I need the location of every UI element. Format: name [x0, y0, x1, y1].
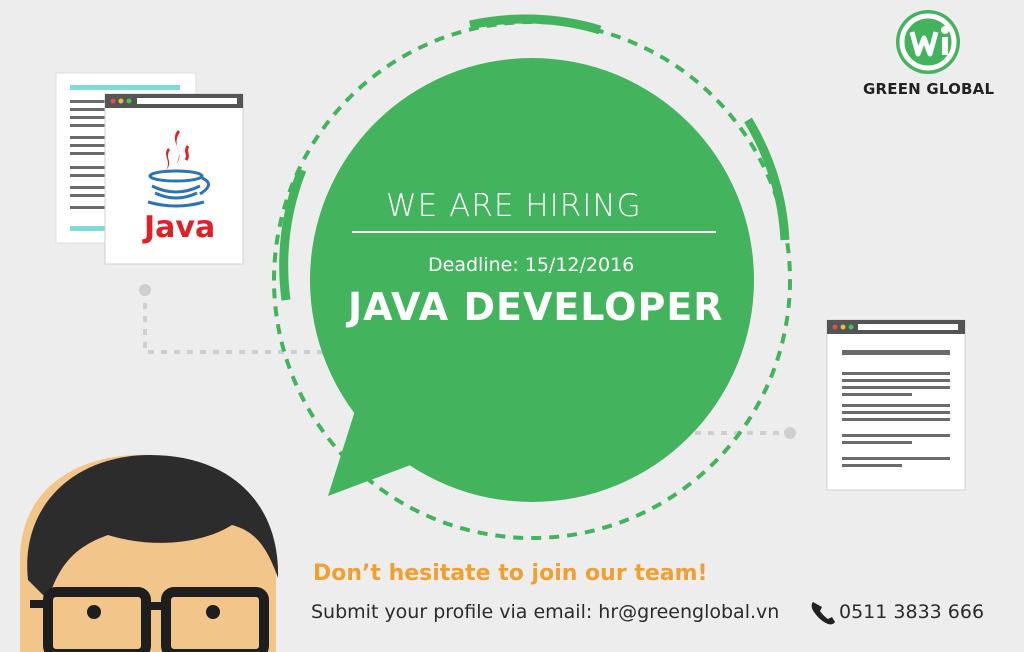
ring-accent-top — [469, 14, 602, 35]
tagline: Don’t hesitate to join our team! — [313, 561, 708, 586]
connector-left-dot — [139, 284, 151, 296]
ring-accent-left — [279, 168, 307, 301]
brand-name: GREEN GLOBAL — [863, 80, 995, 98]
ring-accent-right — [744, 117, 790, 241]
java-logo-text: Java — [144, 210, 216, 245]
character-illustration — [20, 454, 279, 652]
document-window-right — [826, 319, 966, 491]
hiring-heading: WE ARE HIRING — [386, 188, 642, 224]
phone-number: 0511 3833 666 — [839, 601, 985, 623]
connector-left — [143, 290, 340, 354]
connector-right-dot — [784, 427, 796, 439]
deadline-text: Deadline: 15/12/2016 — [428, 254, 635, 276]
position-title: JAVA DEVELOPER — [348, 285, 724, 329]
submit-email-line: Submit your profile via email: hr@greeng… — [311, 601, 780, 623]
hiring-banner: WE ARE HIRING Deadline: 15/12/2016 JAVA … — [0, 0, 1024, 652]
brand-logo-icon — [896, 10, 960, 74]
phone-icon — [811, 602, 835, 625]
